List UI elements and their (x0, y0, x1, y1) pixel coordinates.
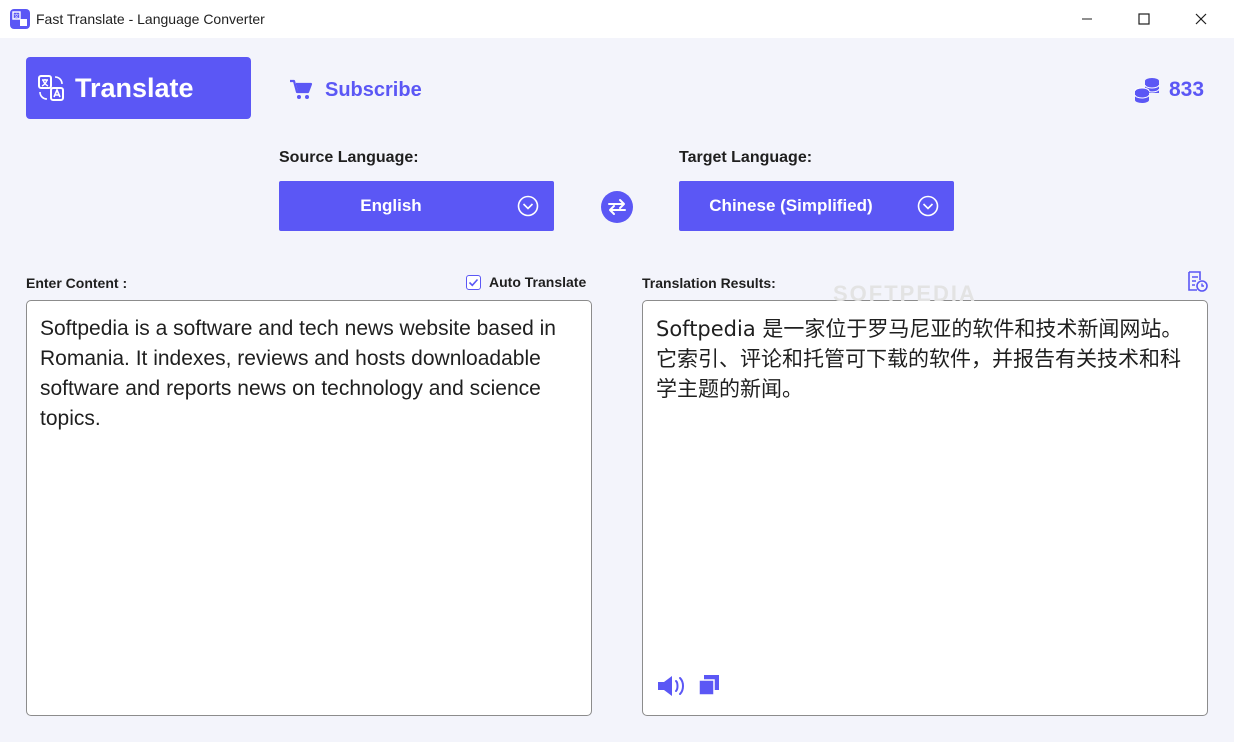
source-language-value: English (360, 196, 422, 215)
translate-tab-button[interactable]: Translate (26, 57, 251, 119)
source-text-area[interactable]: Softpedia is a software and tech news we… (26, 300, 592, 716)
watermark: SOFTPEDIA (833, 281, 977, 306)
target-language-label: Target Language: (679, 149, 813, 166)
enter-content-label: Enter Content : (26, 275, 128, 291)
checkbox-box[interactable] (466, 274, 481, 290)
source-language-dropdown[interactable]: English (279, 181, 554, 231)
maximize-icon (1138, 13, 1150, 25)
target-language-value: Chinese (Simplified) (709, 196, 873, 215)
subscribe-label: Subscribe (325, 78, 422, 101)
check-icon (468, 278, 479, 286)
maximize-button[interactable] (1121, 0, 1167, 38)
translate-icon (38, 75, 64, 101)
coins-icon (1134, 78, 1160, 103)
title-bar: 文 Fast Translate - Language Converter (0, 0, 1234, 38)
credits-display: 833 (1133, 74, 1204, 106)
translate-app-icon: 文 (10, 9, 30, 29)
source-language-label: Source Language: (279, 149, 419, 166)
translate-button-label: Translate (75, 72, 194, 103)
close-icon (1195, 13, 1207, 25)
speaker-icon[interactable] (656, 673, 686, 699)
swap-icon (608, 199, 626, 215)
target-language-dropdown[interactable]: Chinese (Simplified) (679, 181, 954, 231)
swap-languages-button[interactable] (601, 191, 633, 223)
auto-translate-label: Auto Translate (489, 274, 587, 290)
close-button[interactable] (1178, 0, 1224, 38)
minimize-button[interactable] (1064, 0, 1110, 38)
history-icon[interactable] (1186, 270, 1208, 292)
source-text[interactable]: Softpedia is a software and tech news we… (40, 314, 576, 434)
credits-count: 833 (1169, 78, 1205, 101)
translation-results-label: Translation Results: (642, 275, 776, 291)
chevron-down-icon (517, 195, 539, 217)
minimize-icon (1082, 18, 1092, 20)
chevron-down-icon (917, 195, 939, 217)
subscribe-button[interactable]: Subscribe (289, 76, 422, 104)
auto-translate-checkbox[interactable]: Auto Translate (466, 273, 586, 291)
svg-text:文: 文 (14, 13, 19, 20)
main-content: Translate Subscribe 833 Source Language:… (0, 38, 1234, 742)
window-title: Fast Translate - Language Converter (36, 11, 265, 27)
copy-icon[interactable] (697, 673, 721, 697)
cart-icon (290, 79, 313, 99)
translation-text: Softpedia 是一家位于罗马尼亚的软件和技术新闻网站。它索引、评论和托管可… (656, 317, 1183, 401)
translation-result-area: SOFTPEDIA Softpedia 是一家位于罗马尼亚的软件和技术新闻网站。… (642, 281, 1208, 716)
